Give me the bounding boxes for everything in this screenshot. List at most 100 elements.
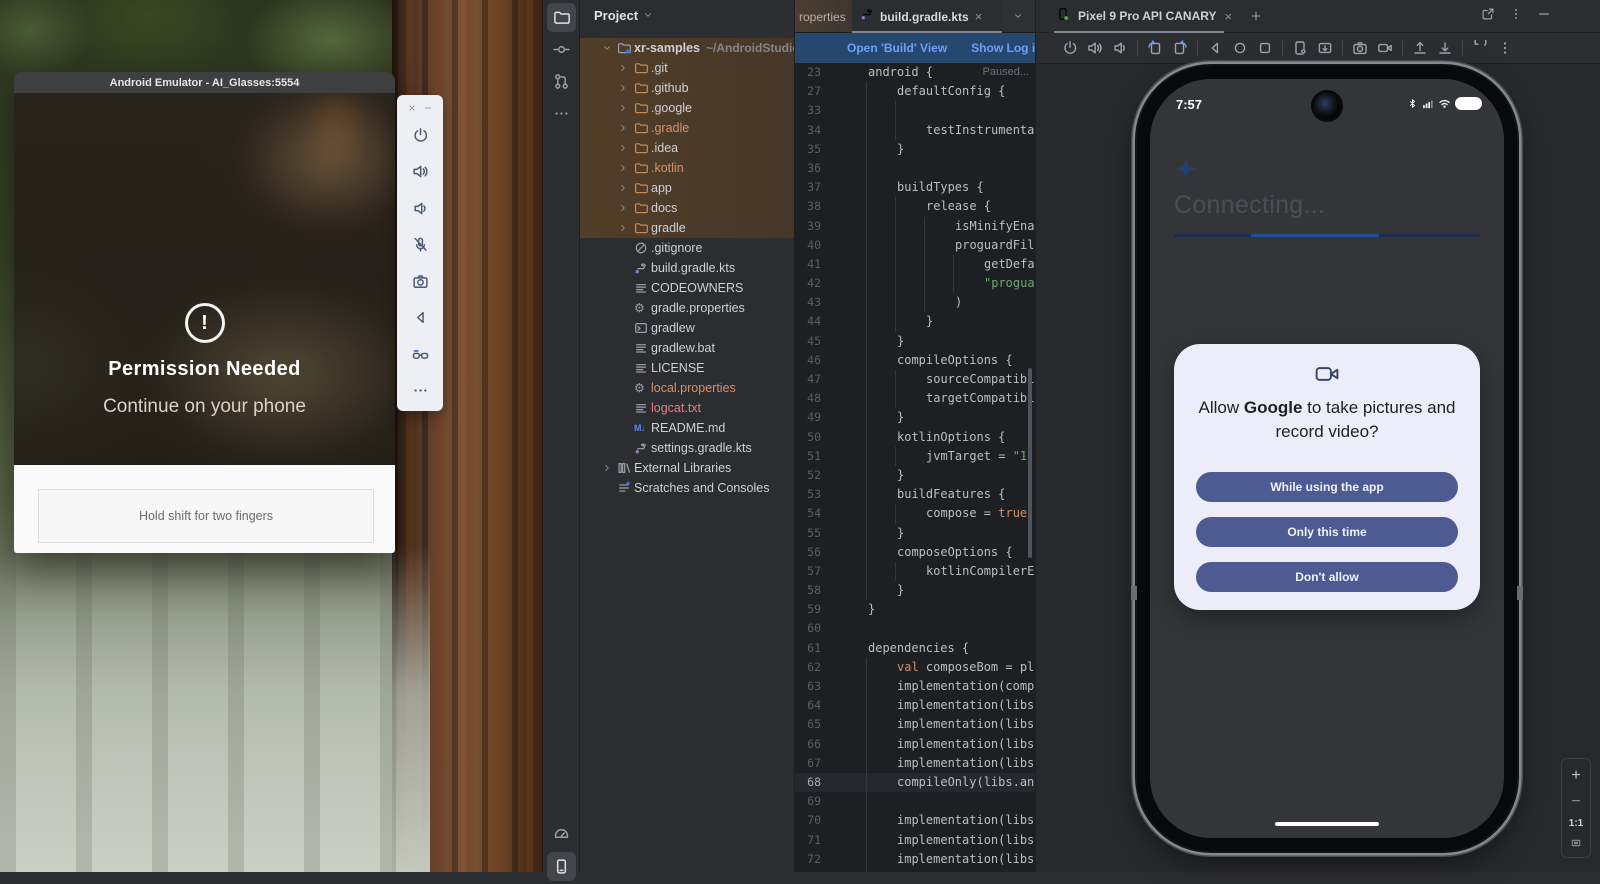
tool-window-strip — [543, 0, 580, 872]
tab-gradle-properties[interactable]: roperties — [795, 0, 854, 33]
power-icon[interactable] — [397, 117, 443, 154]
hide-icon[interactable] — [1537, 7, 1551, 26]
chevron-right-icon[interactable] — [602, 463, 612, 473]
tree-item-app[interactable]: app — [580, 178, 795, 198]
tool-strip-profiler-icon[interactable] — [547, 820, 576, 849]
chevron-right-icon[interactable] — [618, 223, 628, 233]
camera-button[interactable] — [1352, 40, 1368, 56]
tree-item-gradle[interactable]: gradle — [580, 218, 795, 238]
actual-size-button[interactable]: 1:1 — [1569, 818, 1583, 829]
device-settings-button[interactable] — [1292, 40, 1308, 56]
chevron-right-icon[interactable] — [618, 83, 628, 93]
zoom-in-button[interactable]: + — [1571, 767, 1580, 785]
emulator-titlebar[interactable]: Android Emulator - AI_Glasses:5554 — [14, 72, 395, 93]
chevron-right-icon[interactable] — [618, 123, 628, 133]
tab-list-chevron-icon[interactable] — [1013, 8, 1023, 26]
tree-item-codeowners[interactable]: CODEOWNERS — [580, 278, 795, 298]
show-log-in-finder-link[interactable]: Show Log in Finder — [971, 41, 1035, 55]
tree-item-license[interactable]: LICENSE — [580, 358, 795, 378]
emulator-minimize-button[interactable]: − — [425, 101, 432, 115]
tree-item--kotlin[interactable]: .kotlin — [580, 158, 795, 178]
tree-item--github[interactable]: .github — [580, 78, 795, 98]
tool-strip-running-devices-icon[interactable] — [547, 852, 576, 881]
don-t-allow-button[interactable]: Don't allow — [1196, 562, 1458, 592]
glasses-icon[interactable] — [397, 336, 443, 373]
chevron-right-icon[interactable] — [618, 183, 628, 193]
code-area[interactable]: 23android {Paused...27defaultConfig {333… — [795, 63, 1035, 872]
tree-item-gradlew[interactable]: gradlew — [580, 318, 795, 338]
rotate-left-button[interactable] — [1147, 40, 1163, 56]
volume-down-icon[interactable] — [397, 190, 443, 227]
emulator-screen[interactable]: ! Permission Needed Continue on your pho… — [14, 93, 395, 465]
tree-item--gradle[interactable]: .gradle — [580, 118, 795, 138]
tree-item-gradlew-bat[interactable]: gradlew.bat — [580, 338, 795, 358]
zoom-out-button[interactable]: − — [1571, 793, 1580, 811]
tree-item-settings-gradle-kts[interactable]: settings.gradle.kts — [580, 438, 795, 458]
more-vertical-button[interactable] — [1497, 40, 1513, 56]
tree-item-label: External Libraries — [634, 461, 731, 475]
record-button[interactable] — [1377, 40, 1393, 56]
device-tab-close-icon[interactable]: × — [1224, 9, 1232, 24]
indent-guide — [866, 351, 867, 370]
tree-item-external-libraries[interactable]: External Libraries — [580, 458, 795, 478]
volume-up-icon[interactable] — [397, 154, 443, 191]
tree-item--gitignore[interactable]: .gitignore — [580, 238, 795, 258]
tree-item-gradle-properties[interactable]: ⚙gradle.properties — [580, 298, 795, 318]
tree-item-readme-md[interactable]: M↓README.md — [580, 418, 795, 438]
chevron-right-icon[interactable] — [618, 203, 628, 213]
tool-strip-commit-icon[interactable] — [547, 35, 576, 64]
tree-item-logcat-txt[interactable]: logcat.txt — [580, 398, 795, 418]
home-button[interactable] — [1232, 40, 1248, 56]
volume-up-button[interactable] — [1087, 40, 1103, 56]
camera-icon[interactable] — [397, 263, 443, 300]
indent-guide — [866, 504, 867, 523]
tree-item-docs[interactable]: docs — [580, 198, 795, 218]
chevron-right-icon[interactable] — [618, 63, 628, 73]
tree-item--idea[interactable]: .idea — [580, 138, 795, 158]
overview-button[interactable] — [1257, 40, 1273, 56]
tree-item-build-gradle-kts[interactable]: build.gradle.kts — [580, 258, 795, 278]
upload-button[interactable] — [1412, 40, 1428, 56]
emulator-close-button[interactable]: × — [408, 101, 415, 115]
tree-item--google[interactable]: .google — [580, 98, 795, 118]
tool-strip-more-h-icon[interactable] — [547, 99, 576, 128]
open-build-view-link[interactable]: Open 'Build' View — [847, 41, 947, 55]
tree-item--git[interactable]: .git — [580, 58, 795, 78]
dialog-app-name: Google — [1244, 398, 1303, 417]
tool-strip-project-icon[interactable] — [547, 3, 576, 32]
fit-screen-button[interactable] — [1570, 837, 1582, 849]
android-emulator-window: Android Emulator - AI_Glasses:5554 ! Per… — [14, 72, 395, 553]
only-this-time-button[interactable]: Only this time — [1196, 517, 1458, 547]
add-device-tab-icon[interactable] — [1250, 10, 1262, 22]
chevron-right-icon[interactable] — [618, 103, 628, 113]
chevron-right-icon[interactable] — [618, 143, 628, 153]
more-vertical-icon[interactable] — [1509, 7, 1523, 26]
back-button[interactable] — [1207, 40, 1223, 56]
project-panel-header[interactable]: Project — [594, 8, 653, 23]
chevron-down-icon[interactable] — [602, 43, 612, 53]
while-using-the-app-button[interactable]: While using the app — [1196, 472, 1458, 502]
code-editor[interactable]: roperties build.gradle.kts × Open 'Build… — [795, 0, 1035, 872]
tab-build-gradle-kts[interactable]: build.gradle.kts × — [852, 0, 1002, 33]
tool-strip-pull-requests-icon[interactable] — [547, 67, 576, 96]
tree-item-xr-samples[interactable]: xr-samples~/AndroidStudioProje — [580, 38, 795, 58]
volume-down-button[interactable] — [1112, 40, 1128, 56]
screenshot-button[interactable] — [1317, 40, 1333, 56]
text-file-icon — [634, 341, 648, 355]
line-number: 60 — [795, 619, 821, 638]
tab-close-icon[interactable]: × — [975, 9, 983, 24]
power-button[interactable] — [1062, 40, 1078, 56]
editor-scrollbar[interactable] — [1028, 368, 1032, 558]
more-h-icon[interactable] — [397, 373, 443, 410]
reset-button[interactable] — [1472, 40, 1488, 56]
download-button[interactable] — [1437, 40, 1453, 56]
mic-off-icon[interactable] — [397, 227, 443, 264]
device-tab-label[interactable]: Pixel 9 Pro API CANARY — [1078, 9, 1216, 23]
tree-item-local-properties[interactable]: ⚙local.properties — [580, 378, 795, 398]
rotate-right-button[interactable] — [1172, 40, 1188, 56]
open-in-new-icon[interactable] — [1481, 7, 1495, 26]
tree-item-scratches-and-consoles[interactable]: Scratches and Consoles — [580, 478, 795, 498]
phone-screen[interactable]: 7:57 Connecting... Allow Google to take … — [1150, 79, 1504, 838]
back-icon[interactable] — [397, 300, 443, 337]
chevron-right-icon[interactable] — [618, 163, 628, 173]
